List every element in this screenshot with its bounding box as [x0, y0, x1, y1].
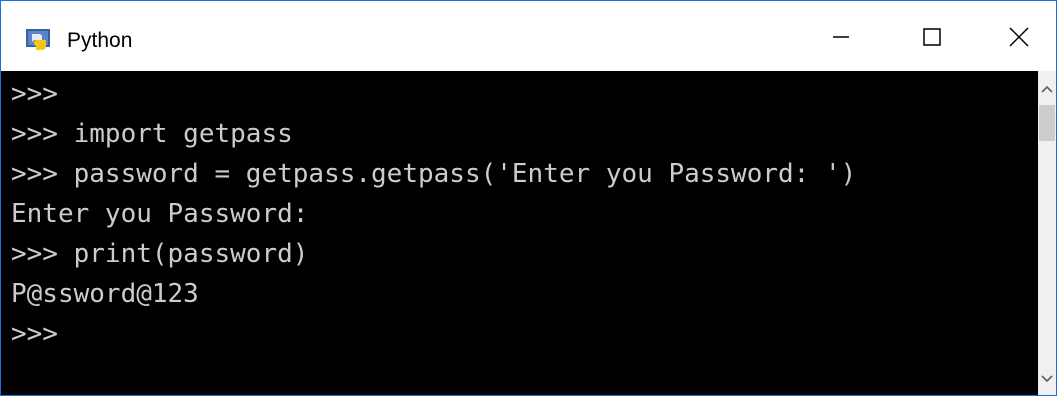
chevron-up-icon: [1040, 81, 1054, 99]
maximize-icon: [922, 27, 942, 52]
close-icon: [1008, 26, 1030, 53]
console-line: >>> print(password): [11, 239, 309, 269]
python-icon: [26, 29, 52, 51]
console-line: >>> import getpass: [11, 119, 293, 149]
title-bar[interactable]: Python: [1, 1, 1056, 71]
python-console-window: Python >>> >>> import getpass >>> passwo…: [0, 0, 1057, 396]
scroll-down-button[interactable]: [1038, 371, 1056, 389]
chevron-down-icon: [1040, 371, 1054, 389]
scroll-up-button[interactable]: [1038, 81, 1056, 99]
close-button[interactable]: [996, 17, 1042, 61]
scroll-thumb[interactable]: [1039, 105, 1055, 141]
minimize-button[interactable]: [818, 17, 864, 61]
maximize-button[interactable]: [909, 17, 955, 61]
console-line: >>>: [11, 79, 58, 109]
console-line: >>> password = getpass.getpass('Enter yo…: [11, 159, 857, 189]
console-output[interactable]: >>> >>> import getpass >>> password = ge…: [1, 71, 1038, 395]
vertical-scrollbar[interactable]: [1038, 71, 1056, 395]
console-line: Enter you Password:: [11, 199, 309, 229]
console-line: P@ssword@123: [11, 279, 199, 309]
minimize-icon: [831, 27, 851, 52]
console-line: >>>: [11, 319, 58, 349]
window-title: Python: [67, 29, 133, 52]
